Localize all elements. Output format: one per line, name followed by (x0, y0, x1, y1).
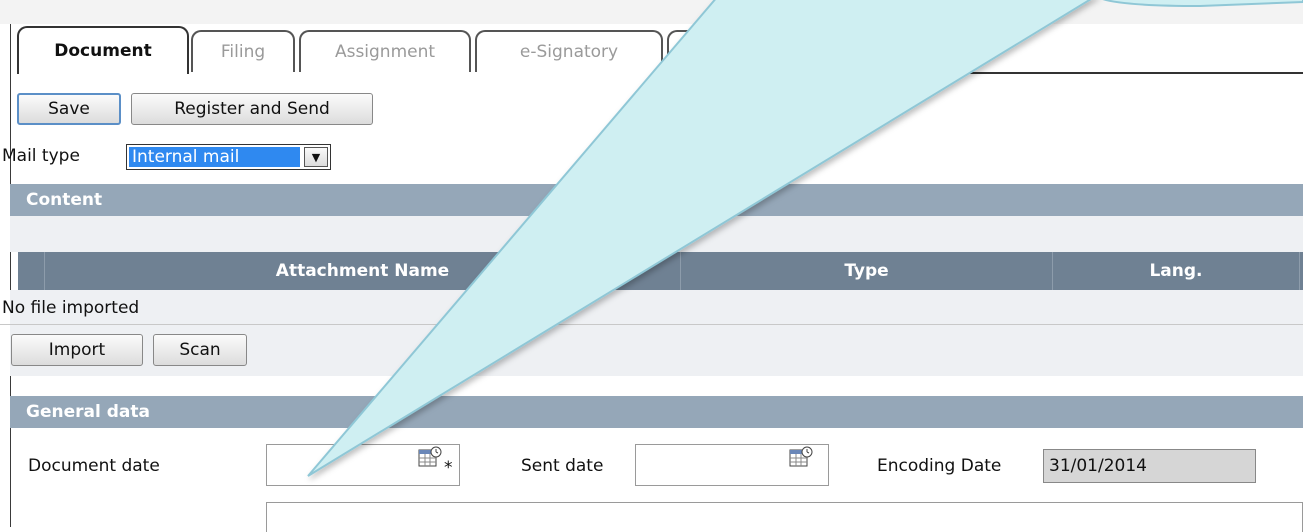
col-attachment-name[interactable]: Attachment Name (44, 252, 680, 290)
attachment-table-header: Attachment Name Type Lang. (18, 252, 1303, 290)
col-lang[interactable]: Lang. (1052, 252, 1299, 290)
tab-link[interactable]: Link (667, 30, 761, 72)
mail-type-label: Mail type (2, 146, 80, 166)
encoding-date-label: Encoding Date (877, 456, 1002, 476)
register-and-send-button[interactable]: Register and Send (131, 93, 373, 125)
top-strip (0, 0, 1303, 24)
calendar-icon[interactable] (789, 446, 813, 468)
next-field[interactable] (266, 502, 1303, 532)
tab-assignment[interactable]: Assignment (299, 30, 471, 72)
col-select (18, 252, 44, 290)
chevron-down-icon[interactable]: ▼ (304, 147, 328, 167)
tab-filing[interactable]: Filing (191, 30, 295, 72)
tab-bar: Document Filing Assignment e-Signatory L… (11, 24, 1303, 74)
content-spacer (10, 216, 1303, 252)
content-section-header: Content (10, 184, 1303, 216)
col-extra (1299, 252, 1303, 290)
import-button[interactable]: Import (11, 334, 143, 366)
general-data-section-header: General data (10, 396, 1303, 428)
required-mark: * (444, 458, 453, 478)
no-file-text: No file imported (2, 298, 140, 318)
save-button[interactable]: Save (17, 93, 121, 125)
document-date-label: Document date (28, 456, 160, 476)
tab-underline (769, 72, 1303, 74)
col-type[interactable]: Type (680, 252, 1052, 290)
mail-type-select[interactable]: Internal mail ▼ (126, 144, 331, 170)
calendar-icon[interactable] (418, 446, 442, 468)
divider (0, 324, 1303, 325)
tab-e-signatory[interactable]: e-Signatory (475, 30, 663, 72)
sent-date-label: Sent date (521, 456, 604, 476)
mail-type-value: Internal mail (128, 146, 301, 168)
tab-document[interactable]: Document (17, 26, 189, 74)
scan-button[interactable]: Scan (153, 334, 247, 366)
encoding-date-field: 31/01/2014 (1043, 449, 1256, 483)
